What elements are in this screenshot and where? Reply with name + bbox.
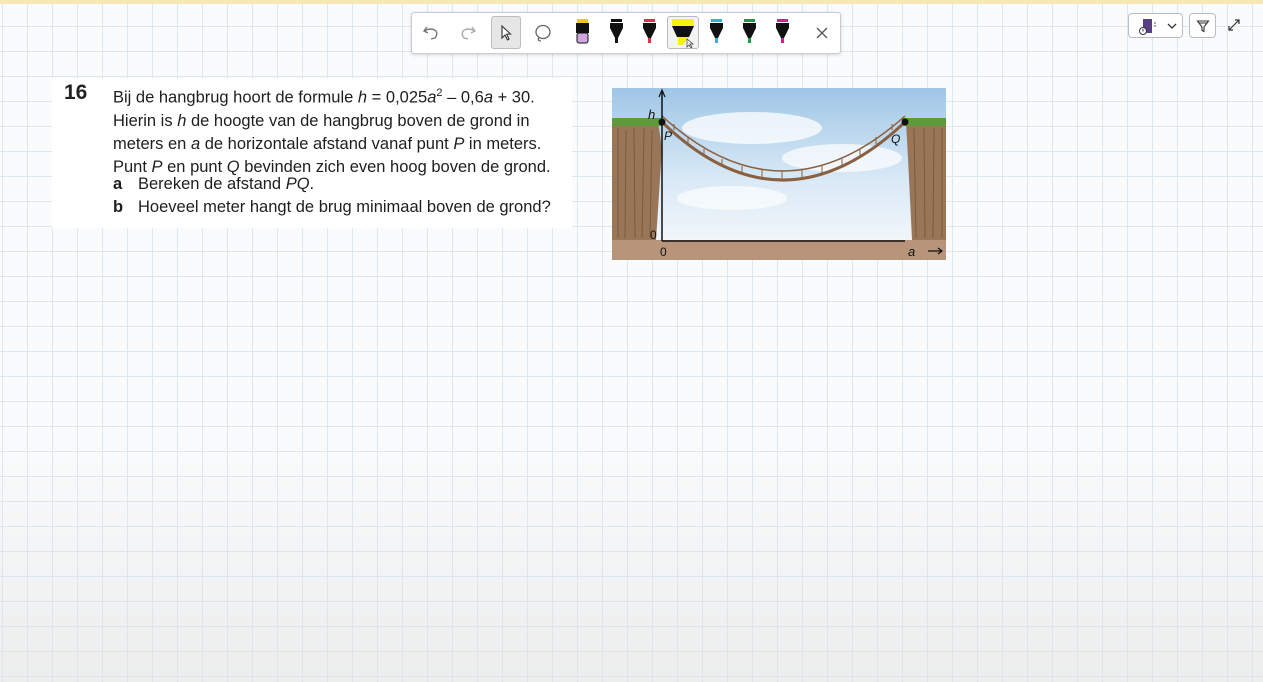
point-p — [658, 118, 666, 126]
exercise-line-1: Bij de hangbrug hoort de formule h = 0,0… — [113, 87, 535, 107]
expand-icon — [1228, 19, 1240, 31]
pointer-icon — [501, 24, 512, 41]
redo-icon — [461, 26, 477, 40]
h-label: h — [648, 107, 655, 122]
lasso-tool-button[interactable] — [528, 16, 558, 49]
pen-cyan-button[interactable] — [702, 16, 730, 49]
exercise-line-2: Hierin is h de hoogte van de hangbrug bo… — [113, 111, 530, 130]
zero-y-label: 0 — [650, 228, 657, 242]
lasso-icon — [535, 24, 551, 42]
exercise-number: 16 — [64, 81, 88, 104]
undo-button[interactable] — [416, 16, 446, 49]
pen-purple-icon — [576, 19, 589, 44]
filter-icon — [1195, 19, 1210, 32]
point-q — [901, 118, 909, 126]
question-a-label: a — [113, 175, 123, 193]
undo-icon — [422, 26, 438, 40]
pen-purple-button[interactable] — [568, 16, 596, 49]
pen-black-button[interactable] — [602, 16, 630, 49]
close-icon — [816, 27, 828, 38]
ink-toolbar — [411, 12, 841, 54]
right-cliff — [906, 122, 946, 240]
zero-x-label: 0 — [660, 245, 667, 259]
ink-math-dropdown[interactable] — [1128, 13, 1183, 38]
pen-red-icon — [643, 19, 656, 43]
right-grass — [902, 118, 946, 126]
expand-button[interactable] — [1224, 15, 1244, 35]
p-label: P — [664, 129, 672, 143]
a-label: a — [908, 244, 915, 259]
highlighter-yellow-icon — [672, 19, 694, 49]
exercise-line-3: meters en a de horizontale afstand vanaf… — [113, 134, 542, 153]
pen-green-icon — [743, 19, 756, 43]
pen-magenta-button[interactable] — [768, 16, 796, 49]
left-cliff — [612, 122, 662, 240]
pen-cyan-icon — [710, 19, 723, 43]
top-accent-bar — [0, 0, 1263, 4]
pen-red-button[interactable] — [635, 16, 663, 49]
select-tool-button[interactable] — [491, 16, 521, 49]
pen-black-icon — [610, 19, 623, 43]
question-a: a Bereken de afstand PQ. — [113, 175, 315, 193]
highlighter-yellow-button[interactable] — [667, 16, 699, 49]
question-b-label: b — [113, 198, 124, 216]
bridge-figure: h P Q 0 0 a — [612, 88, 946, 260]
question-b: b Hoeveel meter hangt de brug minimaal bo… — [113, 198, 551, 216]
close-toolbar-button[interactable] — [807, 16, 837, 49]
redo-button[interactable] — [453, 16, 483, 49]
ink-math-icon — [1139, 19, 1156, 35]
chevron-down-icon — [1167, 23, 1177, 29]
pen-magenta-icon — [776, 19, 789, 43]
filter-button[interactable] — [1189, 13, 1216, 38]
pen-green-button[interactable] — [735, 16, 763, 49]
q-label: Q — [891, 132, 900, 146]
exercise-intro: Bij de hangbrug hoort de formule h = 0,0… — [113, 82, 551, 179]
